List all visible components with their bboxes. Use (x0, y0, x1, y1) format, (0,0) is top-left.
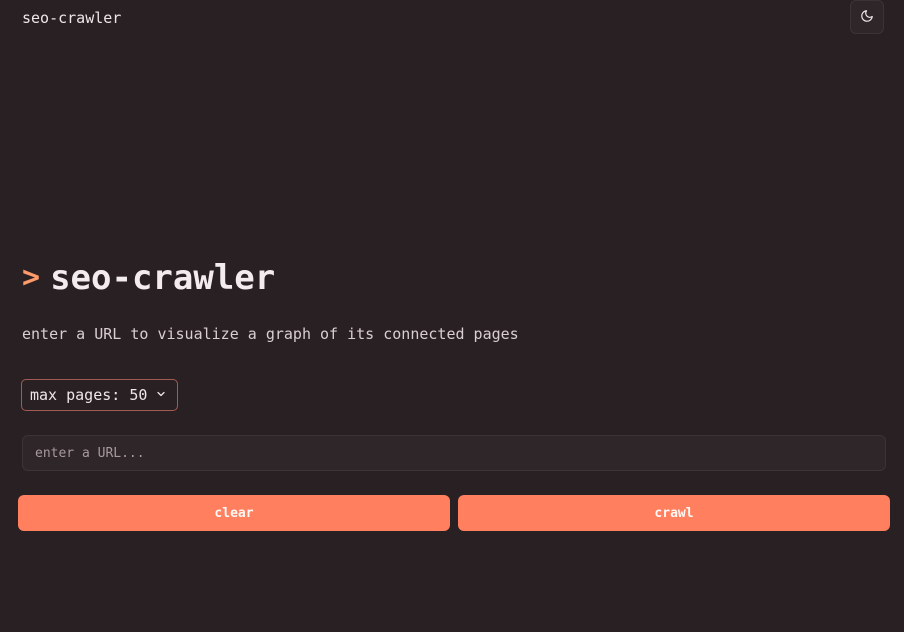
page-subtitle: enter a URL to visualize a graph of its … (22, 325, 519, 343)
url-input[interactable] (22, 435, 886, 471)
crawl-button[interactable]: crawl (458, 495, 890, 531)
prompt-symbol: > (22, 260, 41, 295)
chevron-down-icon (155, 386, 167, 404)
page-title-text: seo-crawler (50, 258, 276, 298)
clear-button[interactable]: clear (18, 495, 450, 531)
moon-icon (860, 8, 874, 27)
page-title: > seo-crawler (22, 256, 275, 300)
app-page: seo-crawler > seo-crawler enter a URL to… (0, 0, 904, 632)
theme-toggle-button[interactable] (850, 0, 884, 34)
brand-link[interactable]: seo-crawler (22, 8, 121, 28)
max-pages-label: max pages: 50 (30, 386, 148, 404)
max-pages-select[interactable]: max pages: 50 (21, 379, 179, 411)
